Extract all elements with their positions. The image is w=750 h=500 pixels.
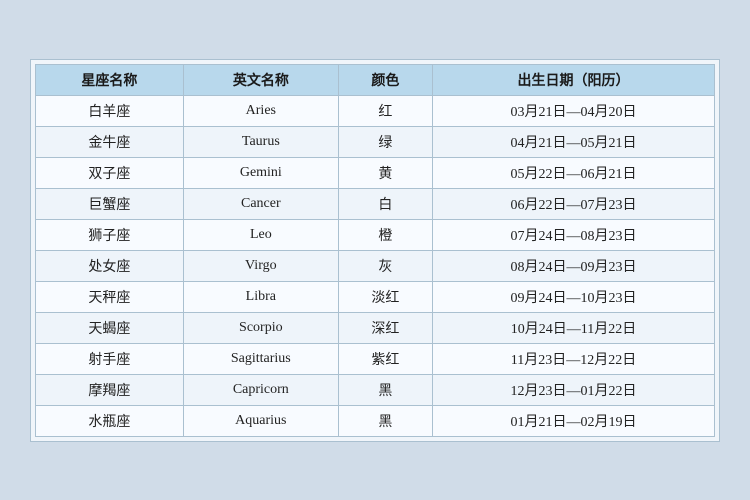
cell-chinese-name: 天秤座 bbox=[36, 281, 184, 312]
cell-chinese-name: 双子座 bbox=[36, 157, 184, 188]
table-row: 射手座Sagittarius紫红11月23日—12月22日 bbox=[36, 343, 715, 374]
cell-dates: 09月24日—10月23日 bbox=[432, 281, 714, 312]
cell-dates: 10月24日—11月22日 bbox=[432, 312, 714, 343]
cell-english-name: Gemini bbox=[183, 157, 338, 188]
cell-color: 淡红 bbox=[338, 281, 432, 312]
table-row: 摩羯座Capricorn黑12月23日—01月22日 bbox=[36, 374, 715, 405]
cell-dates: 07月24日—08月23日 bbox=[432, 219, 714, 250]
cell-chinese-name: 水瓶座 bbox=[36, 405, 184, 436]
cell-dates: 05月22日—06月21日 bbox=[432, 157, 714, 188]
table-row: 白羊座Aries红03月21日—04月20日 bbox=[36, 95, 715, 126]
cell-color: 黑 bbox=[338, 374, 432, 405]
table-body: 白羊座Aries红03月21日—04月20日金牛座Taurus绿04月21日—0… bbox=[36, 95, 715, 436]
cell-dates: 08月24日—09月23日 bbox=[432, 250, 714, 281]
cell-english-name: Capricorn bbox=[183, 374, 338, 405]
cell-chinese-name: 摩羯座 bbox=[36, 374, 184, 405]
cell-english-name: Virgo bbox=[183, 250, 338, 281]
cell-english-name: Aquarius bbox=[183, 405, 338, 436]
cell-english-name: Aries bbox=[183, 95, 338, 126]
header-chinese-name: 星座名称 bbox=[36, 64, 184, 95]
header-english-name: 英文名称 bbox=[183, 64, 338, 95]
cell-color: 紫红 bbox=[338, 343, 432, 374]
table-row: 天蝎座Scorpio深红10月24日—11月22日 bbox=[36, 312, 715, 343]
cell-chinese-name: 天蝎座 bbox=[36, 312, 184, 343]
cell-english-name: Libra bbox=[183, 281, 338, 312]
table-row: 水瓶座Aquarius黑01月21日—02月19日 bbox=[36, 405, 715, 436]
cell-color: 绿 bbox=[338, 126, 432, 157]
cell-english-name: Leo bbox=[183, 219, 338, 250]
table-row: 双子座Gemini黄05月22日—06月21日 bbox=[36, 157, 715, 188]
cell-color: 橙 bbox=[338, 219, 432, 250]
cell-chinese-name: 金牛座 bbox=[36, 126, 184, 157]
table-row: 金牛座Taurus绿04月21日—05月21日 bbox=[36, 126, 715, 157]
cell-chinese-name: 巨蟹座 bbox=[36, 188, 184, 219]
cell-color: 白 bbox=[338, 188, 432, 219]
table-row: 天秤座Libra淡红09月24日—10月23日 bbox=[36, 281, 715, 312]
cell-color: 深红 bbox=[338, 312, 432, 343]
cell-chinese-name: 白羊座 bbox=[36, 95, 184, 126]
cell-color: 红 bbox=[338, 95, 432, 126]
cell-dates: 06月22日—07月23日 bbox=[432, 188, 714, 219]
cell-color: 黄 bbox=[338, 157, 432, 188]
cell-dates: 03月21日—04月20日 bbox=[432, 95, 714, 126]
cell-chinese-name: 处女座 bbox=[36, 250, 184, 281]
cell-color: 灰 bbox=[338, 250, 432, 281]
table-row: 巨蟹座Cancer白06月22日—07月23日 bbox=[36, 188, 715, 219]
cell-chinese-name: 射手座 bbox=[36, 343, 184, 374]
cell-dates: 11月23日—12月22日 bbox=[432, 343, 714, 374]
zodiac-table: 星座名称 英文名称 颜色 出生日期（阳历） 白羊座Aries红03月21日—04… bbox=[35, 64, 715, 437]
header-color: 颜色 bbox=[338, 64, 432, 95]
cell-dates: 12月23日—01月22日 bbox=[432, 374, 714, 405]
zodiac-table-container: 星座名称 英文名称 颜色 出生日期（阳历） 白羊座Aries红03月21日—04… bbox=[30, 59, 720, 442]
cell-english-name: Taurus bbox=[183, 126, 338, 157]
header-dates: 出生日期（阳历） bbox=[432, 64, 714, 95]
table-header-row: 星座名称 英文名称 颜色 出生日期（阳历） bbox=[36, 64, 715, 95]
cell-chinese-name: 狮子座 bbox=[36, 219, 184, 250]
cell-english-name: Sagittarius bbox=[183, 343, 338, 374]
cell-english-name: Cancer bbox=[183, 188, 338, 219]
cell-dates: 04月21日—05月21日 bbox=[432, 126, 714, 157]
cell-color: 黑 bbox=[338, 405, 432, 436]
table-row: 狮子座Leo橙07月24日—08月23日 bbox=[36, 219, 715, 250]
cell-english-name: Scorpio bbox=[183, 312, 338, 343]
table-row: 处女座Virgo灰08月24日—09月23日 bbox=[36, 250, 715, 281]
cell-dates: 01月21日—02月19日 bbox=[432, 405, 714, 436]
